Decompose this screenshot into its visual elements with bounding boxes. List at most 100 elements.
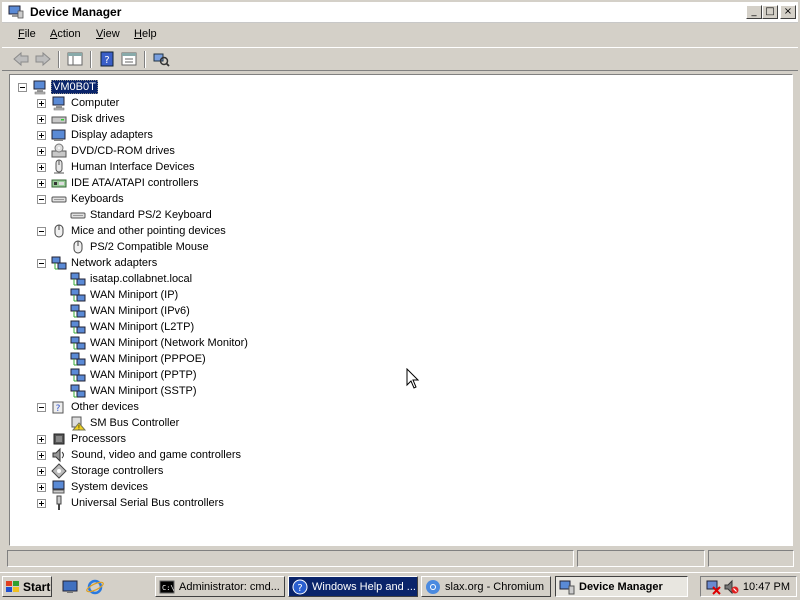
menu-bar: File Action View Help — [2, 25, 798, 45]
tree-node-label: Sound, video and game controllers — [71, 449, 241, 461]
tree-node-label: SM Bus Controller — [90, 417, 180, 429]
network-adapter-icon — [70, 303, 86, 319]
tree-node[interactable]: WAN Miniport (PPTP) — [70, 367, 198, 383]
tree-node[interactable]: Processors — [37, 431, 127, 447]
tree-node[interactable]: Storage controllers — [37, 463, 164, 479]
tree-node[interactable]: Human Interface Devices — [37, 159, 196, 175]
display-adapter-icon — [51, 127, 67, 143]
network-adapter-icon — [70, 351, 86, 367]
menu-help[interactable]: Help — [134, 28, 157, 40]
expand-toggle[interactable] — [37, 482, 46, 492]
collapse-toggle[interactable] — [37, 194, 46, 204]
maximize-button[interactable]: □ — [762, 5, 778, 19]
network-adapter-icon — [70, 367, 86, 383]
tree-node[interactable]: WAN Miniport (L2TP) — [70, 319, 195, 335]
scan-hardware-changes-icon[interactable] — [152, 51, 170, 67]
svg-text:?: ? — [297, 583, 302, 594]
collapse-toggle[interactable] — [37, 402, 46, 412]
taskbar-item-chromium[interactable]: slax.org - Chromium — [421, 576, 551, 597]
menu-file[interactable]: File — [18, 28, 36, 40]
tree-node[interactable]: WAN Miniport (IP) — [70, 287, 179, 303]
tree-node[interactable]: System devices — [37, 479, 149, 495]
tree-node[interactable]: IDE ATA/ATAPI controllers — [37, 175, 200, 191]
tree-node[interactable]: Network adapters — [37, 255, 158, 271]
tree-node[interactable]: ? Other devices — [37, 399, 140, 415]
network-adapter-icon — [51, 255, 67, 271]
tree-node[interactable]: DVD/CD-ROM drives — [37, 143, 176, 159]
tree-node-label: Human Interface Devices — [71, 161, 195, 173]
tree-node[interactable]: PS/2 Compatible Mouse — [70, 239, 210, 255]
tree-node[interactable]: Computer — [37, 95, 120, 111]
tree-node[interactable]: WAN Miniport (Network Monitor) — [70, 335, 249, 351]
internet-explorer-icon[interactable] — [86, 578, 104, 596]
tree-node-label: WAN Miniport (IP) — [90, 289, 179, 301]
tree-node-label: Storage controllers — [71, 465, 164, 477]
back-arrow-icon[interactable] — [12, 51, 30, 67]
tree-node[interactable]: Disk drives — [37, 111, 126, 127]
toolbar-separator — [90, 51, 92, 68]
show-desktop-icon[interactable] — [62, 579, 78, 595]
device-tree[interactable]: VM0B0T Computer Disk drives Display adapter… — [9, 74, 793, 546]
network-disconnected-icon[interactable] — [705, 579, 721, 595]
tree-node-label: IDE ATA/ATAPI controllers — [71, 177, 199, 189]
tree-node[interactable]: WAN Miniport (IPv6) — [70, 303, 191, 319]
device-manager-app-icon — [8, 5, 24, 19]
tree-node-label: WAN Miniport (L2TP) — [90, 321, 195, 333]
help-icon[interactable]: ? — [98, 51, 116, 67]
tree-node-label: DVD/CD-ROM drives — [71, 145, 175, 157]
forward-arrow-icon[interactable] — [34, 51, 52, 67]
properties-icon[interactable] — [120, 51, 138, 67]
tree-node-label: Computer — [71, 97, 120, 109]
close-button[interactable]: × — [780, 5, 796, 19]
tree-node[interactable]: Sound, video and game controllers — [37, 447, 242, 463]
tree-node[interactable]: VM0B0T — [18, 79, 98, 95]
title-bar[interactable]: Device Manager _ □ × — [2, 2, 798, 23]
expand-toggle[interactable] — [37, 178, 46, 188]
taskbar-item-cmd[interactable]: C:\ Administrator: cmd... — [155, 576, 285, 597]
expand-toggle[interactable] — [37, 130, 46, 140]
tree-node[interactable]: Keyboards — [37, 191, 125, 207]
menu-view[interactable]: View — [96, 28, 120, 40]
expand-toggle[interactable] — [37, 146, 46, 156]
computer-icon — [51, 95, 67, 111]
expand-toggle[interactable] — [37, 114, 46, 124]
expand-toggle[interactable] — [37, 162, 46, 172]
taskbar-item-help[interactable]: ? Windows Help and ... — [288, 576, 418, 597]
taskbar-item-label: Windows Help and ... — [312, 580, 416, 593]
tree-node-label: VM0B0T — [51, 80, 98, 94]
collapse-toggle[interactable] — [18, 82, 27, 92]
warning-device-icon: ! — [70, 415, 86, 431]
volume-muted-icon[interactable] — [723, 579, 739, 595]
status-bar — [7, 550, 794, 568]
tree-node[interactable]: Standard PS/2 Keyboard — [70, 207, 213, 223]
ide-controller-icon — [51, 175, 67, 191]
tree-node[interactable]: isatap.collabnet.local — [70, 271, 193, 287]
storage-controller-icon — [51, 463, 67, 479]
tree-node[interactable]: Display adapters — [37, 127, 154, 143]
expand-toggle[interactable] — [37, 450, 46, 460]
tree-node-label: Other devices — [71, 401, 139, 413]
expand-toggle[interactable] — [37, 466, 46, 476]
usb-icon — [51, 495, 67, 511]
taskbar-item-device-manager[interactable]: Device Manager — [555, 576, 688, 597]
status-pane-2 — [577, 550, 705, 567]
minimize-button[interactable]: _ — [746, 5, 762, 19]
menu-action[interactable]: Action — [50, 28, 81, 40]
tree-node[interactable]: Mice and other pointing devices — [37, 223, 227, 239]
tree-node[interactable]: WAN Miniport (PPPOE) — [70, 351, 207, 367]
tree-node[interactable]: ! SM Bus Controller — [70, 415, 180, 431]
collapse-toggle[interactable] — [37, 226, 46, 236]
collapse-toggle[interactable] — [37, 258, 46, 268]
status-pane-3 — [708, 550, 794, 567]
tree-node-label: WAN Miniport (Network Monitor) — [90, 337, 248, 349]
expand-toggle[interactable] — [37, 98, 46, 108]
help-icon: ? — [292, 579, 308, 594]
start-button[interactable]: Start — [2, 576, 52, 597]
tree-node[interactable]: Universal Serial Bus controllers — [37, 495, 225, 511]
tree-node-label: WAN Miniport (PPTP) — [90, 369, 197, 381]
keyboard-icon — [70, 207, 86, 223]
expand-toggle[interactable] — [37, 498, 46, 508]
show-hide-console-tree-icon[interactable] — [66, 51, 84, 67]
expand-toggle[interactable] — [37, 434, 46, 444]
tree-node[interactable]: WAN Miniport (SSTP) — [70, 383, 198, 399]
